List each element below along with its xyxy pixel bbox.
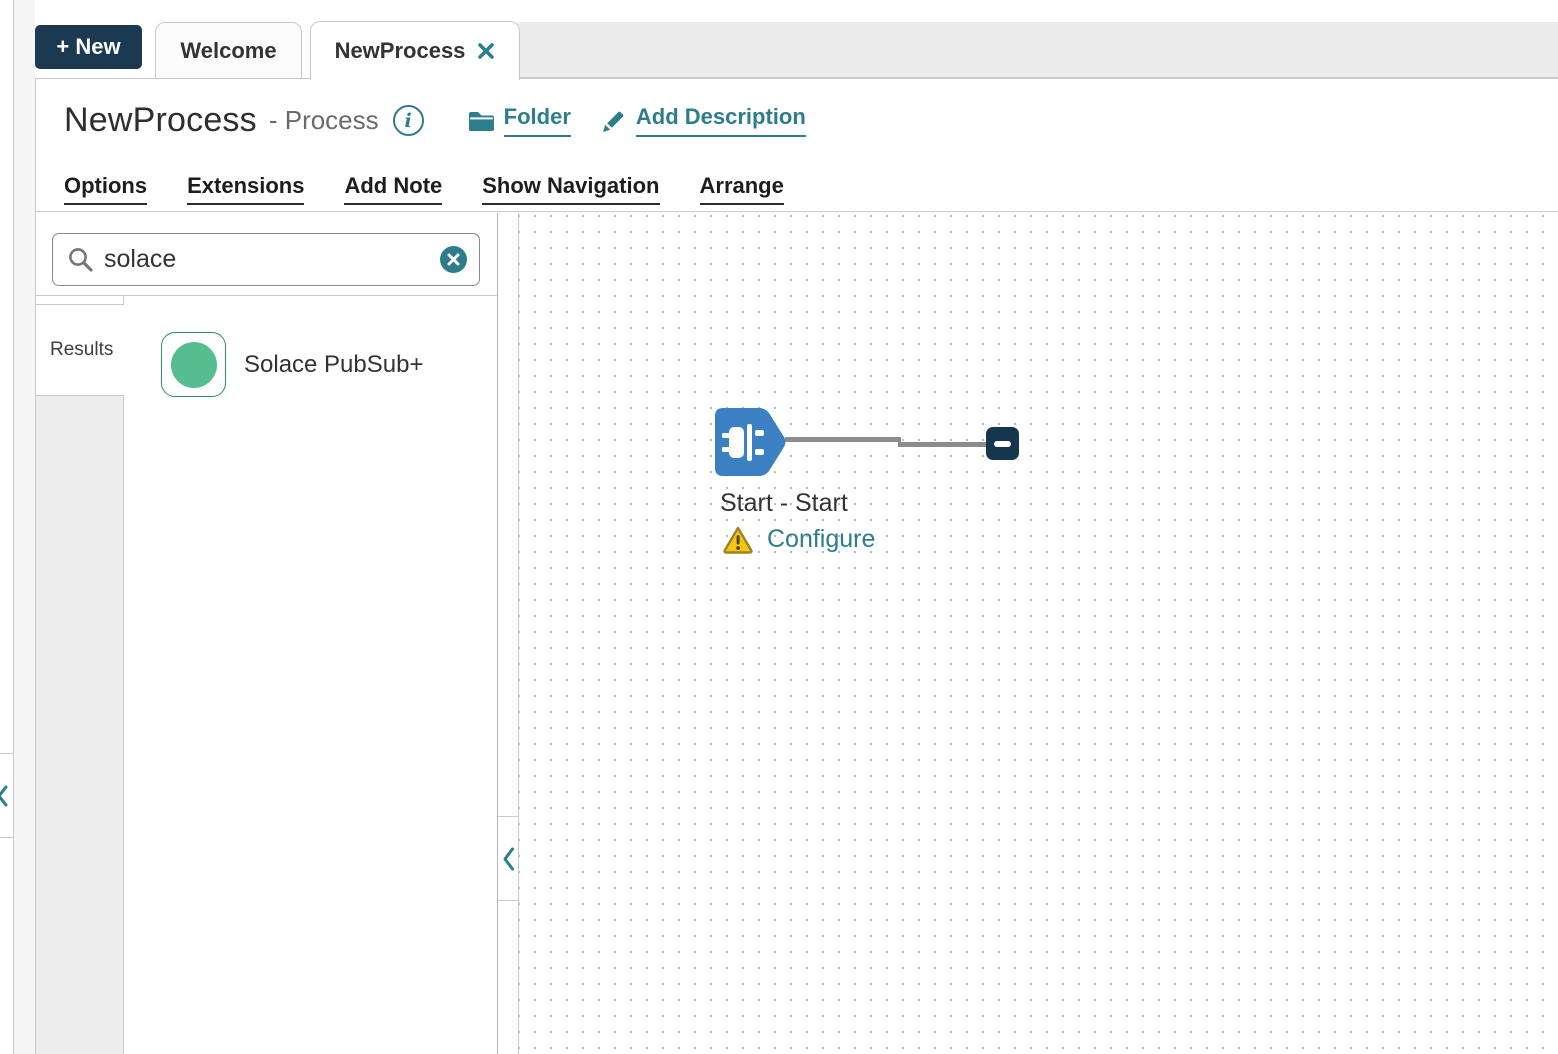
result-item-label: Solace PubSub+ xyxy=(244,351,423,379)
sidebar-collapse-handle[interactable] xyxy=(498,816,518,901)
folder-link-label: Folder xyxy=(504,104,571,137)
search-icon xyxy=(67,246,94,273)
menu-add-note[interactable]: Add Note xyxy=(344,173,442,205)
tab-newprocess-label: NewProcess xyxy=(335,38,466,64)
process-canvas[interactable]: Start - Start Configure xyxy=(518,213,1558,1054)
palette-search-section xyxy=(36,213,497,296)
tab-welcome-label: Welcome xyxy=(180,38,276,64)
add-description-link[interactable]: Add Description xyxy=(601,104,806,137)
tab-welcome[interactable]: Welcome xyxy=(155,22,302,79)
step-palette-sidebar: Results Solace PubSub+ xyxy=(36,213,498,1054)
search-input[interactable] xyxy=(104,245,440,274)
document-header: NewProcess - Process i Folder Add Descri… xyxy=(36,79,1558,212)
sidebar-collapse-gutter xyxy=(498,213,518,1054)
configure-link[interactable]: Configure xyxy=(767,525,875,554)
page-subtitle: - Process xyxy=(269,105,379,136)
folder-link[interactable]: Folder xyxy=(468,104,571,137)
menu-arrange[interactable]: Arrange xyxy=(700,173,784,205)
info-icon[interactable]: i xyxy=(393,105,424,136)
search-box[interactable] xyxy=(52,233,480,286)
process-editor-panel: NewProcess - Process i Folder Add Descri… xyxy=(35,78,1558,1054)
minus-icon xyxy=(994,441,1011,447)
pencil-icon xyxy=(601,108,627,134)
tabbar-empty-area xyxy=(512,22,1558,78)
menu-show-navigation[interactable]: Show Navigation xyxy=(482,173,659,205)
process-menu: Options Extensions Add Note Show Navigat… xyxy=(64,173,784,205)
close-icon[interactable] xyxy=(477,42,495,60)
end-point-shape[interactable] xyxy=(986,427,1019,460)
connector-icon-box xyxy=(161,332,226,397)
green-circle-icon xyxy=(171,342,217,388)
chevron-left-icon xyxy=(502,846,515,872)
results-tab-label: Results xyxy=(50,339,113,361)
menu-extensions[interactable]: Extensions xyxy=(187,173,304,205)
list-item-solace-pubsub[interactable]: Solace PubSub+ xyxy=(161,332,497,397)
new-button[interactable]: + New xyxy=(35,25,142,69)
add-description-link-label: Add Description xyxy=(636,104,806,137)
warning-icon xyxy=(722,525,754,554)
clear-search-button[interactable] xyxy=(440,246,467,273)
folder-icon xyxy=(468,110,495,132)
search-results-list: Solace PubSub+ xyxy=(124,296,497,1054)
start-step-status: Configure xyxy=(722,525,875,554)
page-title: NewProcess xyxy=(64,101,257,140)
results-tab[interactable]: Results xyxy=(36,304,124,396)
start-step-label: Start - Start xyxy=(720,489,848,518)
start-step-shape[interactable] xyxy=(715,408,787,476)
menu-options[interactable]: Options xyxy=(64,173,147,205)
palette-tabstrip: Results xyxy=(36,296,124,1054)
left-rail-gutter xyxy=(13,0,35,1054)
connector-line xyxy=(785,437,901,442)
clear-icon xyxy=(447,253,460,266)
left-panel-collapse-handle[interactable] xyxy=(0,753,13,838)
connector-line xyxy=(898,442,988,447)
tab-newprocess[interactable]: NewProcess xyxy=(310,21,520,80)
chevron-left-icon xyxy=(0,784,9,808)
